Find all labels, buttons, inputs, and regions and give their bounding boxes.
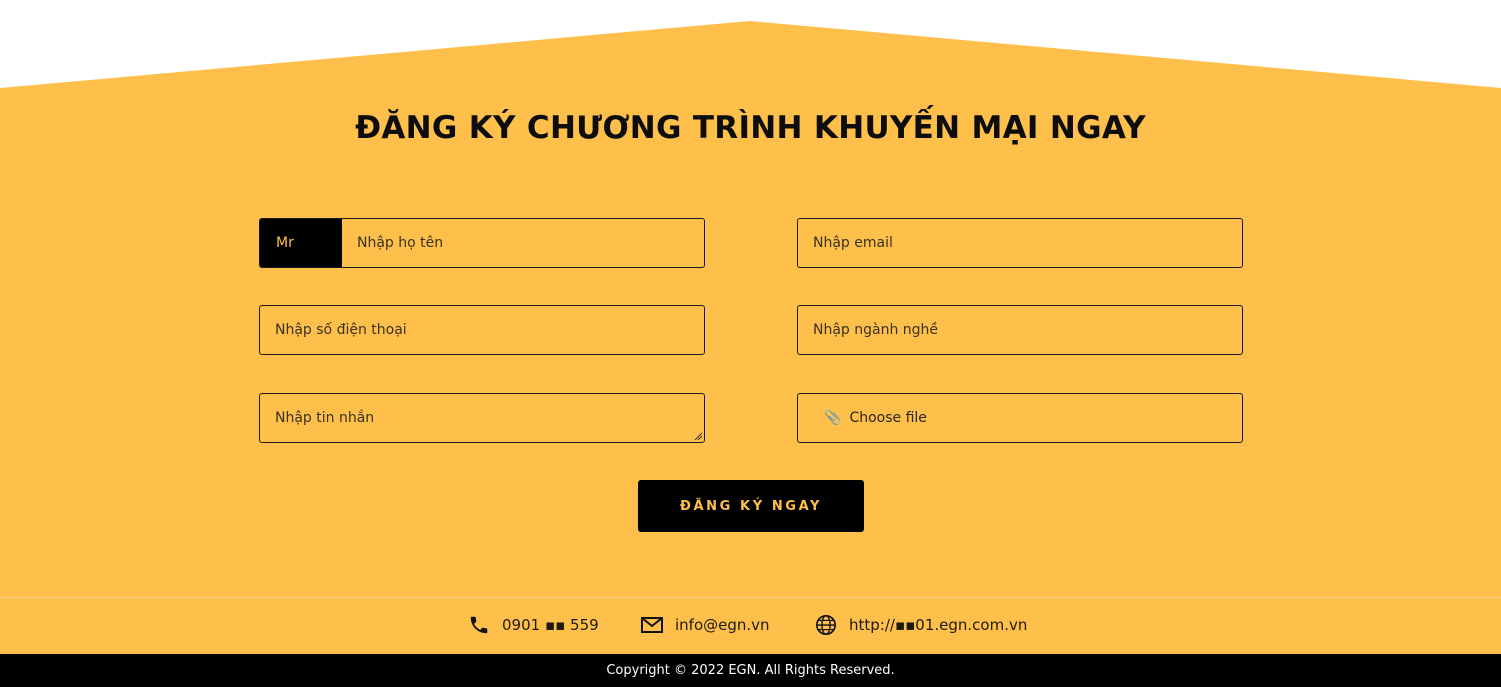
signup-section — [0, 88, 1501, 654]
phone-number: 0901 ▪▪ 559 — [502, 616, 599, 634]
name-input[interactable]: Nhập họ tên — [342, 235, 443, 251]
phone-field[interactable]: Nhập số điện thoại — [259, 305, 705, 355]
email-input[interactable]: Nhập email — [798, 235, 893, 251]
industry-field[interactable]: Nhập ngành nghề — [797, 305, 1243, 355]
form-title: ĐĂNG KÝ CHƯƠNG TRÌNH KHUYẾN MẠI NGAY — [355, 110, 1146, 146]
message-field[interactable]: Nhập tin nhắn — [259, 393, 705, 443]
email-field[interactable]: Nhập email — [797, 218, 1243, 268]
paperclip-icon: 📎 — [824, 410, 842, 426]
phone-icon — [470, 616, 488, 634]
globe-icon — [816, 615, 836, 635]
contact-website[interactable]: http://▪▪01.egn.com.vn — [815, 612, 1027, 638]
salutation-select[interactable]: Mr — [260, 219, 342, 267]
roof-shape — [0, 21, 1501, 100]
website-url: http://▪▪01.egn.com.vn — [849, 616, 1028, 634]
contact-email[interactable]: info@egn.vn — [641, 612, 770, 638]
resize-grip-icon[interactable] — [694, 432, 702, 440]
mail-icon — [641, 617, 663, 633]
email-address: info@egn.vn — [675, 616, 770, 634]
name-field[interactable]: Mr Nhập họ tên — [259, 218, 705, 268]
file-upload-button[interactable]: 📎 Choose file — [798, 410, 927, 426]
industry-input[interactable]: Nhập ngành nghề — [798, 322, 938, 338]
message-textarea[interactable]: Nhập tin nhắn — [260, 410, 374, 426]
phone-input[interactable]: Nhập số điện thoại — [260, 322, 407, 338]
file-upload-label: Choose file — [849, 410, 927, 426]
contact-phone[interactable]: 0901 ▪▪ 559 — [468, 612, 599, 638]
file-upload-field[interactable]: 📎 Choose file — [797, 393, 1243, 443]
submit-button[interactable]: ĐĂNG KÝ NGAY — [638, 480, 864, 532]
divider — [0, 597, 1501, 598]
footer-copyright: Copyright © 2022 EGN. All Rights Reserve… — [0, 654, 1501, 687]
